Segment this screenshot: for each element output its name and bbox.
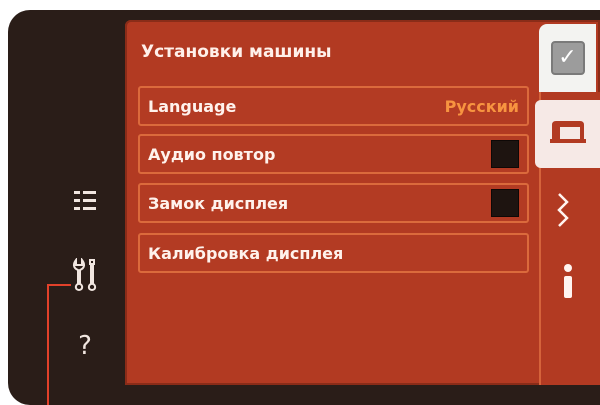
- language-label: Language: [148, 96, 237, 116]
- language-row[interactable]: Language Русский: [138, 86, 529, 126]
- ok-tab[interactable]: ✓: [539, 24, 596, 92]
- sewing-machine-tab[interactable]: [535, 100, 600, 168]
- info-icon[interactable]: [561, 262, 575, 306]
- audio-repeat-checkbox[interactable]: [491, 140, 519, 168]
- display-calibration-label: Калибровка дисплея: [148, 243, 344, 263]
- help-icon[interactable]: ?: [65, 326, 105, 366]
- tools-icon[interactable]: [65, 255, 105, 295]
- display-lock-row[interactable]: Замок дисплея: [138, 183, 529, 223]
- stitch-icon[interactable]: [553, 192, 575, 236]
- panel-title: Установки машины: [141, 42, 332, 62]
- help-label: ?: [78, 331, 92, 361]
- display-lock-checkbox[interactable]: [491, 189, 519, 217]
- display-lock-label: Замок дисплея: [148, 193, 289, 213]
- audio-repeat-row[interactable]: Аудио повтор: [138, 134, 529, 174]
- language-value[interactable]: Русский: [445, 97, 519, 116]
- ok-check-icon[interactable]: ✓: [550, 41, 585, 75]
- pointer-line-horizontal: [47, 284, 71, 286]
- display-calibration-row[interactable]: Калибровка дисплея: [138, 233, 529, 273]
- side-tabs: ✓: [535, 20, 600, 385]
- settings-panel: Установки машины Language Русский Аудио …: [125, 20, 600, 385]
- audio-repeat-label: Аудио повтор: [148, 144, 276, 164]
- list-icon[interactable]: [65, 181, 105, 221]
- pointer-line-vertical: [47, 284, 49, 405]
- sewing-machine-icon: [548, 119, 588, 149]
